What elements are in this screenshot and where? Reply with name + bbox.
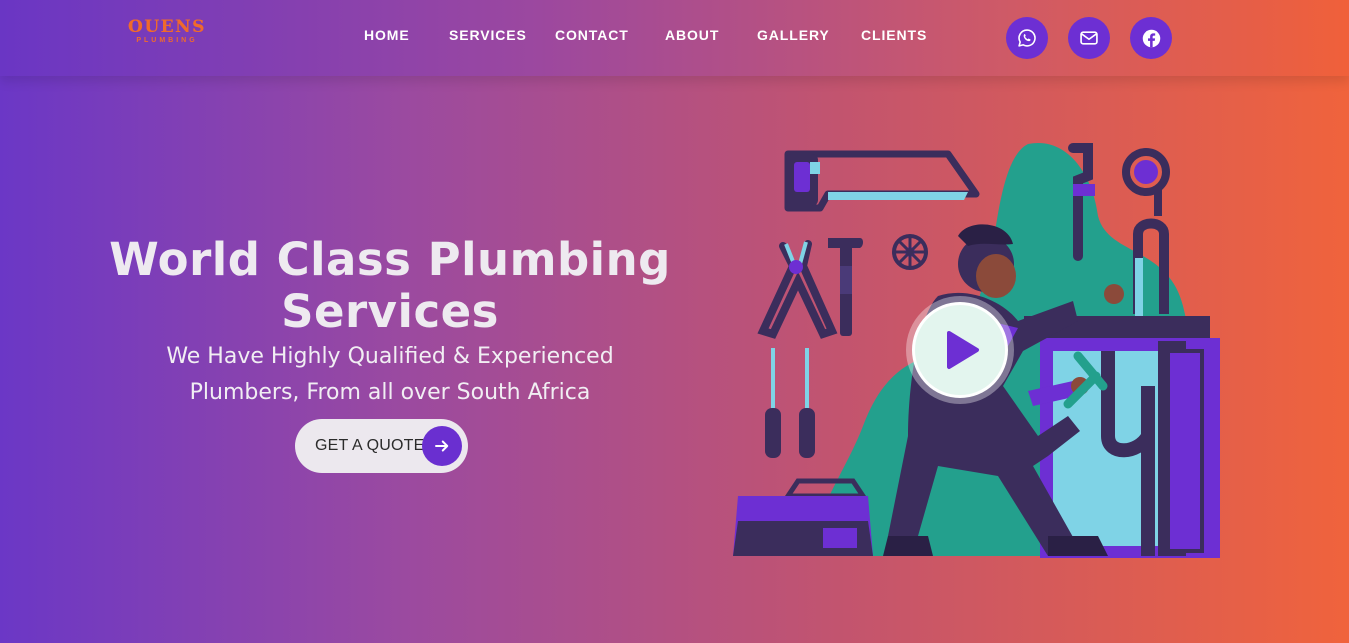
facebook-button[interactable] xyxy=(1130,17,1172,59)
play-video-button[interactable] xyxy=(906,296,1014,404)
whatsapp-icon xyxy=(1018,29,1036,47)
nav-clients[interactable]: CLIENTS xyxy=(861,27,927,43)
play-icon xyxy=(912,302,1008,398)
hero-title-line1: World Class Plumbing xyxy=(109,233,671,286)
email-button[interactable] xyxy=(1068,17,1110,59)
facebook-icon xyxy=(1142,29,1160,47)
get-quote-button[interactable]: GET A QUOTE xyxy=(295,419,468,473)
arrow-right-icon xyxy=(422,426,462,466)
email-icon xyxy=(1080,31,1098,45)
whatsapp-button[interactable] xyxy=(1006,17,1048,59)
nav-about[interactable]: ABOUT xyxy=(665,27,719,43)
hero-subtitle-line1: We Have Highly Qualified & Experienced xyxy=(166,344,614,369)
nav-services[interactable]: SERVICES xyxy=(449,27,527,43)
top-navbar: OUENS PLUMBING HOME SERVICES CONTACT ABO… xyxy=(0,0,1349,76)
hero-subtitle-line2: Plumbers, From all over South Africa xyxy=(189,380,591,405)
hero-title: World Class Plumbing Services xyxy=(100,234,680,338)
nav-gallery[interactable]: GALLERY xyxy=(757,27,830,43)
hero-subtitle: We Have Highly Qualified & Experienced P… xyxy=(100,339,680,411)
nav-contact[interactable]: CONTACT xyxy=(555,27,629,43)
hero-title-line2: Services xyxy=(281,285,499,338)
get-quote-label: GET A QUOTE xyxy=(315,437,425,454)
nav-home[interactable]: HOME xyxy=(364,27,410,43)
